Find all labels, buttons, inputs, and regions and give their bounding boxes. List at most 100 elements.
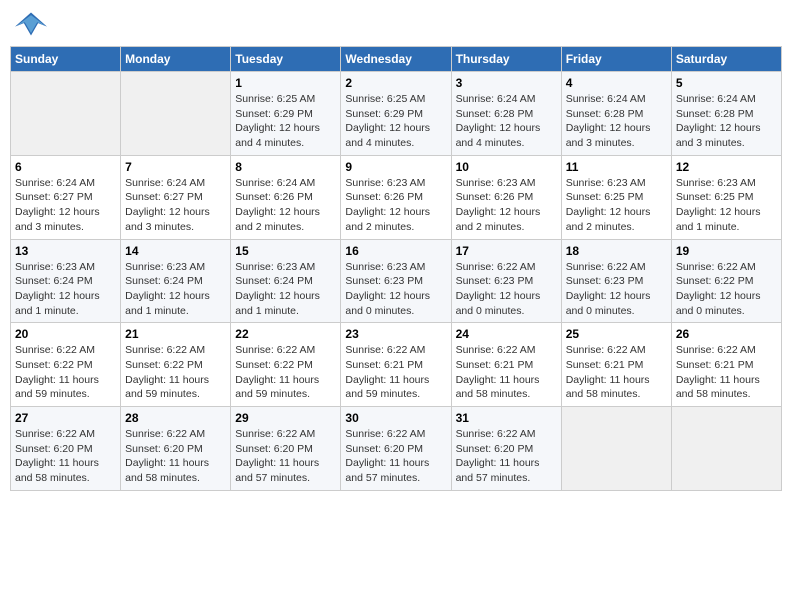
day-info: Sunrise: 6:22 AM Sunset: 6:22 PM Dayligh… [676,260,777,319]
day-number: 24 [456,327,557,341]
calendar-week-5: 27Sunrise: 6:22 AM Sunset: 6:20 PM Dayli… [11,407,782,491]
calendar-cell: 9 Sunrise: 6:23 AM Sunset: 6:26 PM Daylig… [341,155,451,239]
calendar-cell: 4 Sunrise: 6:24 AM Sunset: 6:28 PM Daylig… [561,72,671,156]
day-info: Sunrise: 6:24 AM Sunset: 6:26 PM Dayligh… [235,176,336,235]
calendar-week-4: 20Sunrise: 6:22 AM Sunset: 6:22 PM Dayli… [11,323,782,407]
day-info: Sunrise: 6:22 AM Sunset: 6:22 PM Dayligh… [15,343,116,402]
logo-icon [15,10,47,38]
calendar-cell: 7 Sunrise: 6:24 AM Sunset: 6:27 PM Daylig… [121,155,231,239]
day-number: 5 [676,76,777,90]
calendar-cell: 16 Sunrise: 6:23 AM Sunset: 6:23 PM Dayli… [341,239,451,323]
day-info: Sunrise: 6:22 AM Sunset: 6:21 PM Dayligh… [456,343,557,402]
day-number: 3 [456,76,557,90]
day-number: 26 [676,327,777,341]
day-number: 8 [235,160,336,174]
calendar-cell: 20Sunrise: 6:22 AM Sunset: 6:22 PM Dayli… [11,323,121,407]
page-header [10,10,782,38]
day-number: 2 [345,76,446,90]
day-info: Sunrise: 6:23 AM Sunset: 6:26 PM Dayligh… [345,176,446,235]
calendar-cell [121,72,231,156]
day-info: Sunrise: 6:22 AM Sunset: 6:21 PM Dayligh… [676,343,777,402]
day-number: 18 [566,244,667,258]
weekday-header-thursday: Thursday [451,47,561,72]
day-info: Sunrise: 6:22 AM Sunset: 6:20 PM Dayligh… [15,427,116,486]
calendar-week-2: 6 Sunrise: 6:24 AM Sunset: 6:27 PM Daylig… [11,155,782,239]
day-number: 9 [345,160,446,174]
calendar-cell: 24 Sunrise: 6:22 AM Sunset: 6:21 PM Dayli… [451,323,561,407]
weekday-header-saturday: Saturday [671,47,781,72]
day-info: Sunrise: 6:23 AM Sunset: 6:24 PM Dayligh… [125,260,226,319]
calendar-cell: 5Sunrise: 6:24 AM Sunset: 6:28 PM Daylig… [671,72,781,156]
day-number: 1 [235,76,336,90]
calendar-cell: 17 Sunrise: 6:22 AM Sunset: 6:23 PM Dayli… [451,239,561,323]
calendar-cell: 31 Sunrise: 6:22 AM Sunset: 6:20 PM Dayli… [451,407,561,491]
weekday-header-tuesday: Tuesday [231,47,341,72]
day-number: 23 [345,327,446,341]
calendar-cell: 6 Sunrise: 6:24 AM Sunset: 6:27 PM Daylig… [11,155,121,239]
calendar-cell: 15 Sunrise: 6:23 AM Sunset: 6:24 PM Dayli… [231,239,341,323]
calendar-cell: 21 Sunrise: 6:22 AM Sunset: 6:22 PM Dayli… [121,323,231,407]
day-number: 28 [125,411,226,425]
day-number: 30 [345,411,446,425]
day-info: Sunrise: 6:25 AM Sunset: 6:29 PM Dayligh… [345,92,446,151]
day-number: 4 [566,76,667,90]
day-number: 21 [125,327,226,341]
day-number: 12 [676,160,777,174]
day-number: 13 [15,244,116,258]
calendar-cell [11,72,121,156]
weekday-header-friday: Friday [561,47,671,72]
day-number: 29 [235,411,336,425]
day-number: 11 [566,160,667,174]
day-info: Sunrise: 6:22 AM Sunset: 6:22 PM Dayligh… [235,343,336,402]
day-number: 22 [235,327,336,341]
day-info: Sunrise: 6:22 AM Sunset: 6:22 PM Dayligh… [125,343,226,402]
weekday-header-wednesday: Wednesday [341,47,451,72]
calendar-cell: 28Sunrise: 6:22 AM Sunset: 6:20 PM Dayli… [121,407,231,491]
calendar-header: SundayMondayTuesdayWednesdayThursdayFrid… [11,47,782,72]
day-info: Sunrise: 6:23 AM Sunset: 6:26 PM Dayligh… [456,176,557,235]
calendar-cell: 1 Sunrise: 6:25 AM Sunset: 6:29 PM Daylig… [231,72,341,156]
day-info: Sunrise: 6:22 AM Sunset: 6:21 PM Dayligh… [566,343,667,402]
day-info: Sunrise: 6:22 AM Sunset: 6:20 PM Dayligh… [456,427,557,486]
day-info: Sunrise: 6:22 AM Sunset: 6:23 PM Dayligh… [456,260,557,319]
calendar-week-3: 13 Sunrise: 6:23 AM Sunset: 6:24 PM Dayli… [11,239,782,323]
calendar-cell: 23 Sunrise: 6:22 AM Sunset: 6:21 PM Dayli… [341,323,451,407]
day-info: Sunrise: 6:22 AM Sunset: 6:20 PM Dayligh… [235,427,336,486]
calendar-cell: 25 Sunrise: 6:22 AM Sunset: 6:21 PM Dayli… [561,323,671,407]
day-info: Sunrise: 6:25 AM Sunset: 6:29 PM Dayligh… [235,92,336,151]
day-number: 17 [456,244,557,258]
calendar-cell: 8 Sunrise: 6:24 AM Sunset: 6:26 PM Daylig… [231,155,341,239]
day-info: Sunrise: 6:22 AM Sunset: 6:21 PM Dayligh… [345,343,446,402]
day-info: Sunrise: 6:23 AM Sunset: 6:25 PM Dayligh… [566,176,667,235]
day-number: 6 [15,160,116,174]
calendar-cell: 10 Sunrise: 6:23 AM Sunset: 6:26 PM Dayli… [451,155,561,239]
weekday-header-monday: Monday [121,47,231,72]
calendar-cell: 29 Sunrise: 6:22 AM Sunset: 6:20 PM Dayli… [231,407,341,491]
day-number: 25 [566,327,667,341]
day-info: Sunrise: 6:23 AM Sunset: 6:24 PM Dayligh… [235,260,336,319]
day-info: Sunrise: 6:24 AM Sunset: 6:28 PM Dayligh… [456,92,557,151]
day-number: 14 [125,244,226,258]
day-info: Sunrise: 6:24 AM Sunset: 6:27 PM Dayligh… [15,176,116,235]
calendar-week-1: 1 Sunrise: 6:25 AM Sunset: 6:29 PM Daylig… [11,72,782,156]
calendar-cell [561,407,671,491]
calendar-cell [671,407,781,491]
day-number: 31 [456,411,557,425]
day-info: Sunrise: 6:23 AM Sunset: 6:23 PM Dayligh… [345,260,446,319]
day-info: Sunrise: 6:23 AM Sunset: 6:24 PM Dayligh… [15,260,116,319]
calendar-cell: 27Sunrise: 6:22 AM Sunset: 6:20 PM Dayli… [11,407,121,491]
calendar-cell: 22 Sunrise: 6:22 AM Sunset: 6:22 PM Dayli… [231,323,341,407]
day-number: 10 [456,160,557,174]
day-info: Sunrise: 6:24 AM Sunset: 6:28 PM Dayligh… [566,92,667,151]
day-info: Sunrise: 6:23 AM Sunset: 6:25 PM Dayligh… [676,176,777,235]
day-number: 7 [125,160,226,174]
calendar-cell: 11 Sunrise: 6:23 AM Sunset: 6:25 PM Dayli… [561,155,671,239]
day-info: Sunrise: 6:24 AM Sunset: 6:27 PM Dayligh… [125,176,226,235]
calendar-cell: 2 Sunrise: 6:25 AM Sunset: 6:29 PM Daylig… [341,72,451,156]
day-number: 19 [676,244,777,258]
day-number: 15 [235,244,336,258]
calendar-cell: 12 Sunrise: 6:23 AM Sunset: 6:25 PM Dayli… [671,155,781,239]
day-info: Sunrise: 6:22 AM Sunset: 6:20 PM Dayligh… [345,427,446,486]
day-number: 16 [345,244,446,258]
logo [15,10,51,38]
